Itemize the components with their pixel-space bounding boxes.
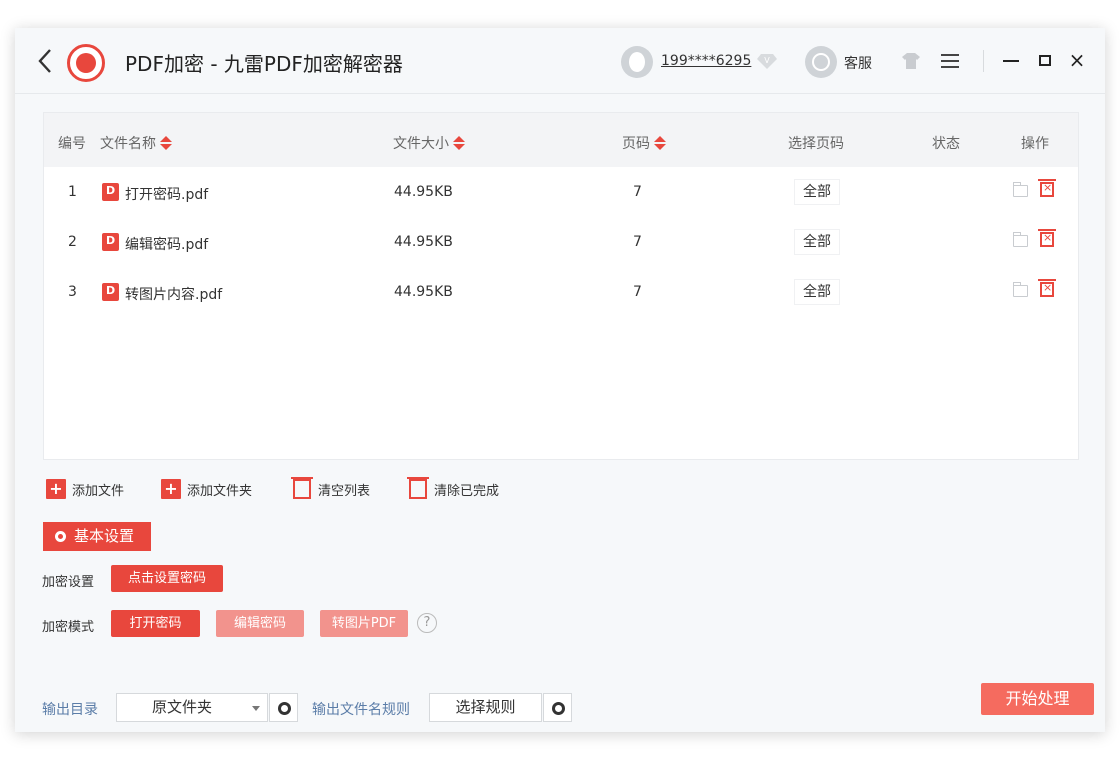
col-actions: 操作 [1021,136,1049,152]
sort-icon[interactable] [453,136,465,150]
set-password-button[interactable]: 点击设置密码 [111,565,223,592]
col-select-pages: 选择页码 [788,136,844,152]
window-title: PDF加密 - 九雷PDF加密解密器 [125,52,403,76]
filename-rule-settings-button[interactable] [543,693,572,722]
svg-text:V: V [764,56,770,65]
add-folder-button[interactable]: + 添加文件夹 [161,478,252,500]
back-arrow-icon[interactable] [35,46,55,76]
customer-service-label[interactable]: 客服 [844,53,872,73]
row-filename: 打开密码.pdf [125,187,209,203]
table-row[interactable]: 1 打开密码.pdf 44.95KB 7 全部 [44,167,1078,217]
minimize-icon[interactable] [1003,60,1019,62]
output-dir-settings-button[interactable] [269,693,298,722]
help-icon[interactable]: ? [417,613,437,633]
vip-diamond-icon[interactable]: V [757,52,777,70]
user-phone-link[interactable]: 199****6295 [661,53,751,69]
skin-shirt-icon[interactable] [901,52,921,70]
title-divider [983,50,984,72]
title-bar: PDF加密 - 九雷PDF加密解密器 199****6295 V 客服 × [15,28,1105,94]
clear-done-button[interactable]: 清除已完成 [407,477,500,500]
output-dir-value: 原文件夹 [152,698,213,716]
chevron-down-icon [252,706,260,711]
row-filesize: 44.95KB [394,184,453,200]
close-icon[interactable]: × [1067,50,1087,70]
col-size[interactable]: 文件大小 [393,133,465,153]
page-range-select[interactable]: 全部 [794,229,840,255]
col-name-label: 文件名称 [100,136,156,152]
table-header: 编号 文件名称 文件大小 页码 选择页码 状态 操作 [44,113,1078,167]
clear-list-label: 清空列表 [318,483,371,499]
open-folder-icon[interactable] [1013,282,1028,297]
table-row[interactable]: 3 转图片内容.pdf 44.95KB 7 全部 [44,267,1078,317]
row-filename: 编辑密码.pdf [125,237,209,253]
row-index: 1 [68,184,77,200]
clear-list-button[interactable]: 清空列表 [291,477,371,500]
col-name[interactable]: 文件名称 [100,133,172,153]
sort-icon[interactable] [160,136,172,150]
row-pages: 7 [633,234,642,250]
app-window: PDF加密 - 九雷PDF加密解密器 199****6295 V 客服 × 编号… [15,28,1105,732]
output-dir-label: 输出目录 [42,702,98,718]
output-dir-select[interactable]: 原文件夹 [116,693,268,722]
pdf-file-icon [102,233,119,251]
filename-rule-select[interactable]: 选择规则 [429,693,542,722]
delete-icon[interactable] [1038,179,1056,197]
plus-icon: + [46,479,66,499]
user-avatar[interactable] [621,46,653,78]
col-status: 状态 [932,136,960,152]
open-folder-icon[interactable] [1013,232,1028,247]
trash-icon [407,477,429,499]
basic-settings-header: 基本设置 [43,522,151,551]
pdf-file-icon [102,283,119,301]
add-file-label: 添加文件 [72,483,125,499]
col-index: 编号 [58,136,86,152]
sort-icon[interactable] [654,136,666,150]
col-pages-label: 页码 [622,136,650,152]
open-folder-icon[interactable] [1013,182,1028,197]
page-range-select[interactable]: 全部 [794,279,840,305]
row-filename: 转图片内容.pdf [125,287,223,303]
maximize-icon[interactable] [1039,55,1051,66]
basic-settings-title: 基本设置 [74,527,135,545]
start-processing-button[interactable]: 开始处理 [981,683,1094,715]
delete-icon[interactable] [1038,229,1056,247]
file-table: 编号 文件名称 文件大小 页码 选择页码 状态 操作 1 打开密码.pdf 44… [43,112,1079,460]
mode-edit-password-button[interactable]: 编辑密码 [216,610,304,637]
mode-open-password-button[interactable]: 打开密码 [111,610,200,637]
row-pages: 7 [633,284,642,300]
row-pages: 7 [633,184,642,200]
encrypt-setting-label: 加密设置 [42,575,95,590]
add-file-button[interactable]: + 添加文件 [46,478,124,500]
col-pages[interactable]: 页码 [622,133,666,153]
gear-icon [55,531,66,542]
add-folder-label: 添加文件夹 [187,483,253,499]
trash-icon [291,477,313,499]
row-filesize: 44.95KB [394,284,453,300]
mode-to-image-pdf-button[interactable]: 转图片PDF [320,610,408,637]
page-range-select[interactable]: 全部 [794,179,840,205]
row-index: 3 [68,284,77,300]
table-row[interactable]: 2 编辑密码.pdf 44.95KB 7 全部 [44,217,1078,267]
menu-icon[interactable] [941,54,959,68]
clear-done-label: 清除已完成 [434,483,500,499]
app-logo-icon [67,44,105,82]
plus-icon: + [161,479,181,499]
col-size-label: 文件大小 [393,136,449,152]
delete-icon[interactable] [1038,279,1056,297]
filename-rule-value: 选择规则 [455,698,516,716]
row-filesize: 44.95KB [394,234,453,250]
customer-service-icon[interactable] [805,46,837,78]
row-index: 2 [68,234,77,250]
pdf-file-icon [102,183,119,201]
filename-rule-label: 输出文件名规则 [312,702,410,718]
encrypt-mode-label: 加密模式 [42,620,95,635]
